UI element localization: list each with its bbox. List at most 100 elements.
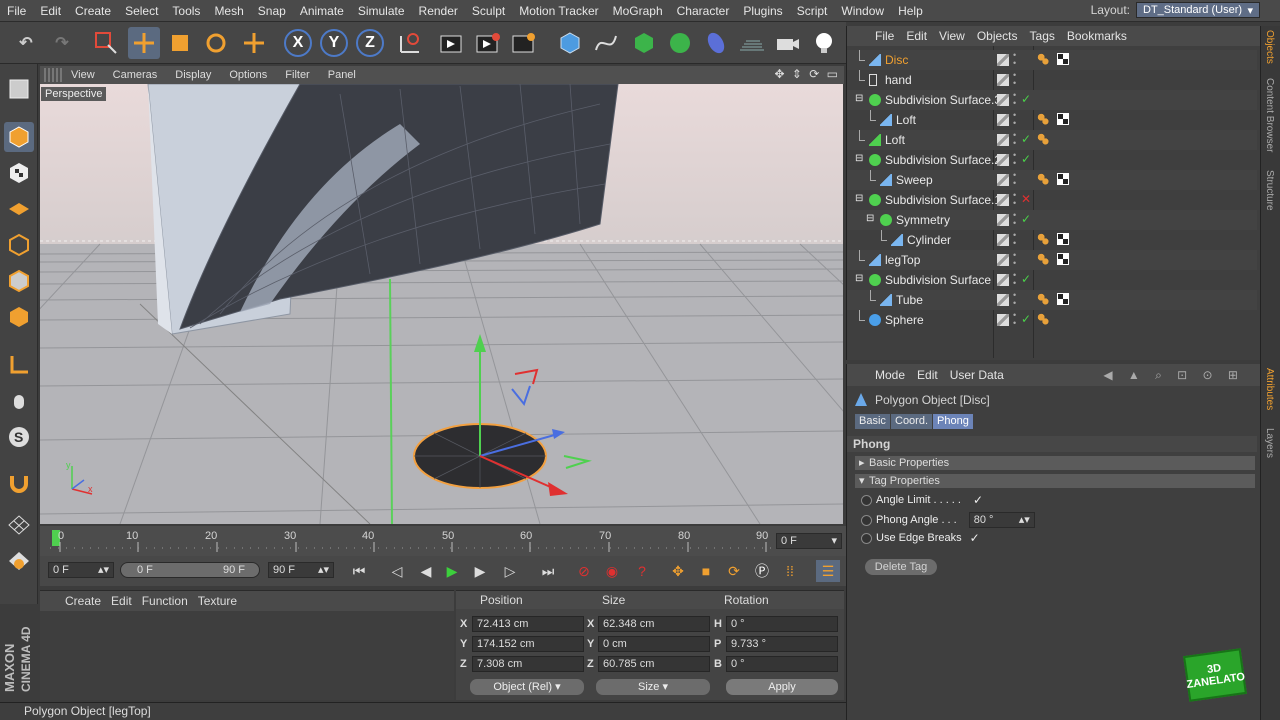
visibility-dots-icon[interactable]: • • [1013, 131, 1016, 148]
menu-mograph[interactable]: MoGraph [606, 0, 670, 22]
paint-icon[interactable] [4, 546, 34, 576]
editable-icon[interactable] [997, 114, 1009, 126]
side-tab-objects[interactable]: Objects [1264, 30, 1275, 64]
end-frame-field[interactable]: 90 F ▴▾ [268, 562, 334, 578]
uvw-tag-icon[interactable] [1057, 53, 1069, 65]
menu-plugins[interactable]: Plugins [736, 0, 789, 22]
editable-icon[interactable] [997, 154, 1009, 166]
object-name[interactable]: Subdivision Surface [885, 273, 991, 287]
array-icon[interactable] [664, 27, 696, 59]
menu-motion-tracker[interactable]: Motion Tracker [512, 0, 605, 22]
size-z-field[interactable]: 60.785 cm [598, 656, 710, 672]
object-menu-file[interactable]: File [869, 29, 900, 43]
menu-tools[interactable]: Tools [165, 0, 207, 22]
viewport-menu-filter[interactable]: Filter [276, 69, 318, 81]
phong-tag-icon[interactable] [1037, 53, 1049, 65]
keyframe-selection-icon[interactable]: ? [630, 560, 654, 582]
object-row[interactable]: ⊟ Subdivision Surface.1 • • ✕ [847, 190, 1257, 210]
tag-properties-group[interactable]: ▾ Tag Properties [855, 474, 1255, 488]
viewport-menu-view[interactable]: View [62, 69, 104, 81]
camera-icon[interactable] [772, 27, 804, 59]
position-x-field[interactable]: 72.413 cm [472, 616, 584, 632]
coordinate-mode-dropdown[interactable]: Object (Rel) ▾ [470, 679, 584, 695]
editable-icon[interactable] [997, 294, 1009, 306]
record-icon[interactable]: ⊘ [572, 560, 596, 582]
editable-icon[interactable] [997, 94, 1009, 106]
enabled-check-icon[interactable]: ✓ [1021, 152, 1031, 166]
render-settings-icon[interactable] [508, 27, 540, 59]
current-frame-field[interactable]: 0 F ▾ [776, 533, 842, 549]
go-to-start-icon[interactable]: ⏮ [347, 560, 371, 582]
menu-window[interactable]: Window [834, 0, 891, 22]
object-name[interactable]: Subdivision Surface.1 [885, 193, 1001, 207]
menu-animate[interactable]: Animate [293, 0, 351, 22]
scale-key-icon[interactable]: ■ [694, 560, 718, 582]
tab-phong[interactable]: Phong [933, 414, 973, 429]
rotation-key-icon[interactable]: ⟳ [722, 560, 746, 582]
layout-dropdown[interactable]: DT_Standard (User) ▾ [1136, 2, 1260, 18]
next-frame-icon[interactable]: ▶ [468, 560, 492, 582]
recent-tool-icon[interactable] [238, 27, 270, 59]
size-x-field[interactable]: 62.348 cm [598, 616, 710, 632]
polygons-mode-icon[interactable] [4, 302, 34, 332]
enabled-check-icon[interactable]: ✓ [1021, 212, 1031, 226]
phong-tag-icon[interactable] [1037, 253, 1049, 265]
visibility-dots-icon[interactable]: • • [1013, 271, 1016, 288]
visibility-dots-icon[interactable]: • • [1013, 291, 1016, 308]
uvw-tag-icon[interactable] [1057, 253, 1069, 265]
object-name[interactable]: Sphere [885, 313, 924, 327]
floor-icon[interactable] [736, 27, 768, 59]
viewport-menu-cameras[interactable]: Cameras [104, 69, 167, 81]
viewport-menu-panel[interactable]: Panel [319, 69, 365, 81]
menu-script[interactable]: Script [790, 0, 835, 22]
enabled-check-icon[interactable]: ✓ [1021, 272, 1031, 286]
editable-icon[interactable] [997, 134, 1009, 146]
object-name[interactable]: Subdivision Surface.2 [885, 153, 1001, 167]
menu-character[interactable]: Character [670, 0, 737, 22]
object-row[interactable]: ⊟ Subdivision Surface.3 • • ✓ [847, 90, 1257, 110]
editable-icon[interactable] [997, 214, 1009, 226]
points-mode-icon[interactable] [4, 230, 34, 260]
object-row[interactable]: ⊟ Subdivision Surface • • ✓ [847, 270, 1257, 290]
prev-frame-icon[interactable]: ◀ [414, 560, 438, 582]
object-row[interactable]: Disc • • [847, 50, 1257, 70]
object-row[interactable]: Sphere • • ✓ [847, 310, 1257, 330]
menu-render[interactable]: Render [412, 0, 465, 22]
material-menu-function[interactable]: Function [137, 594, 193, 608]
light-icon[interactable] [808, 27, 840, 59]
basic-properties-group[interactable]: ▸ Basic Properties [855, 456, 1255, 470]
visibility-dots-icon[interactable]: • • [1013, 311, 1016, 328]
object-row[interactable]: Loft • • [847, 110, 1257, 130]
autokey-icon[interactable]: ◉ [600, 560, 624, 582]
z-axis-lock-button[interactable]: Z [356, 29, 384, 57]
position-y-field[interactable]: 174.152 cm [472, 636, 584, 652]
edges-mode-icon[interactable] [4, 266, 34, 296]
coordinate-system-icon[interactable] [394, 27, 426, 59]
visibility-dots-icon[interactable]: • • [1013, 111, 1016, 128]
editable-icon[interactable] [997, 174, 1009, 186]
animate-radio[interactable] [861, 514, 872, 526]
position-key-icon[interactable]: ✥ [666, 560, 690, 582]
viewport-label[interactable]: Perspective [41, 87, 107, 101]
menu-create[interactable]: Create [68, 0, 118, 22]
enabled-check-icon[interactable]: ✓ [1021, 92, 1031, 106]
timeline[interactable]: 0 10 20 30 40 50 60 70 80 90 0 F ▾ [40, 526, 846, 556]
menu-help[interactable]: Help [891, 0, 930, 22]
collapse-toggle-icon[interactable]: ⊟ [855, 193, 863, 204]
grid-icon[interactable] [4, 510, 34, 540]
object-menu-view[interactable]: View [933, 29, 971, 43]
uvw-tag-icon[interactable] [1057, 173, 1069, 185]
object-row[interactable]: ⊟ Symmetry • • ✓ [847, 210, 1257, 230]
tab-basic[interactable]: Basic [855, 414, 890, 429]
attribute-menu-edit[interactable]: Edit [911, 368, 944, 382]
object-menu-edit[interactable]: Edit [900, 29, 933, 43]
collapse-toggle-icon[interactable]: ⊟ [866, 213, 874, 224]
y-axis-lock-button[interactable]: Y [320, 29, 348, 57]
side-tab-structure[interactable]: Structure [1264, 170, 1275, 211]
object-name[interactable]: Sweep [896, 173, 933, 187]
visibility-dots-icon[interactable]: • • [1013, 191, 1016, 208]
object-name[interactable]: Loft [885, 133, 905, 147]
rotation-p-field[interactable]: 9.733 ° [726, 636, 838, 652]
scheme-icon[interactable]: ☰ [816, 560, 840, 582]
viewport-menu-options[interactable]: Options [220, 69, 276, 81]
